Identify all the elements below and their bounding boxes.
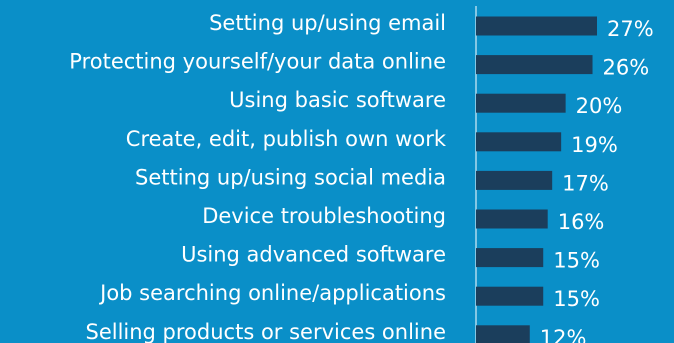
bar (476, 286, 544, 306)
bar (476, 209, 548, 229)
category-label: Using basic software (229, 88, 446, 112)
bar (476, 170, 553, 190)
bar (476, 248, 544, 268)
value-label: 16% (558, 210, 605, 234)
bar-chart: Setting up/using email Protecting yoursel… (69, 6, 654, 343)
value-label: 15% (553, 249, 600, 273)
category-labels: Setting up/using email Protecting yoursel… (69, 11, 447, 343)
bar (476, 93, 566, 113)
category-label: Create, edit, publish own work (126, 127, 447, 151)
category-label: Device troubleshooting (202, 204, 446, 228)
value-label: 12% (540, 326, 587, 343)
value-label: 20% (576, 94, 623, 118)
value-label: 26% (603, 56, 650, 80)
category-label: Setting up/using social media (135, 165, 446, 189)
category-label: Job searching online/applications (98, 281, 446, 305)
category-label: Protecting yourself/your data online (69, 50, 446, 74)
bar (476, 55, 593, 75)
category-label: Using advanced software (181, 243, 446, 267)
value-label: 19% (571, 133, 618, 157)
value-label: 27% (607, 17, 654, 41)
bar (476, 132, 562, 152)
value-label: 15% (553, 287, 600, 311)
bar (476, 16, 597, 36)
bar (476, 325, 530, 343)
category-label: Setting up/using email (209, 11, 446, 35)
chart-container: Setting up/using email Protecting yoursel… (0, 0, 674, 343)
value-label: 17% (562, 171, 609, 195)
category-label: Selling products or services online (85, 320, 446, 343)
